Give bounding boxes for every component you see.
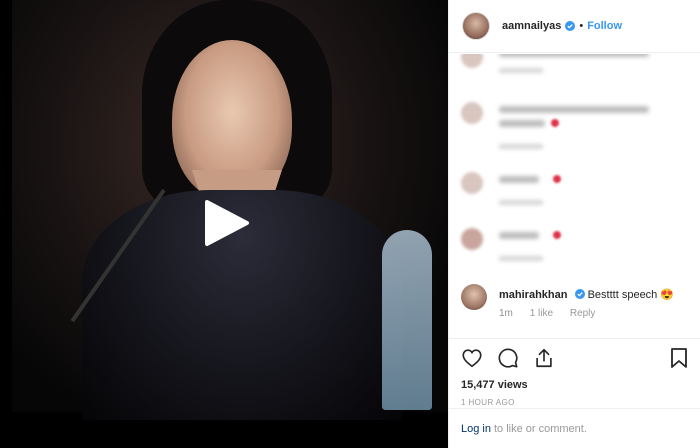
comment-meta: 1m 1 like Reply (499, 308, 609, 319)
verified-badge-icon (574, 289, 585, 299)
post-actions: 15,477 views 1 HOUR AGO (449, 338, 700, 408)
post-timestamp[interactable]: 1 HOUR AGO (461, 398, 689, 407)
view-count[interactable]: 15,477 views (461, 379, 689, 391)
instagram-post: aamnailyas • Follow mahirahkhan Bestttt … (0, 0, 700, 448)
comment-username[interactable]: mahirahkhan (499, 289, 567, 301)
login-prompt: Log in to like or comment. (449, 408, 700, 448)
login-link[interactable]: Log in (461, 423, 491, 435)
comment-likes[interactable]: 1 like (530, 308, 553, 319)
verified-badge-icon (565, 21, 576, 31)
avatar[interactable] (462, 12, 490, 40)
share-icon[interactable] (533, 347, 555, 369)
comments-list[interactable]: mahirahkhan Bestttt speech 😍 1m 1 like R… (449, 54, 700, 336)
action-icons (461, 346, 689, 370)
comment-icon[interactable] (497, 347, 519, 369)
comment-avatar[interactable] (461, 284, 487, 310)
post-sidebar: aamnailyas • Follow mahirahkhan Bestttt … (448, 0, 700, 448)
follow-button[interactable]: Follow (587, 20, 622, 32)
trophy (382, 230, 432, 410)
comment-text: Bestttt speech 😍 (587, 289, 675, 301)
author-username[interactable]: aamnailyas (502, 20, 561, 32)
video-player[interactable] (0, 0, 448, 448)
heart-icon[interactable] (461, 347, 483, 369)
comment-reply-button[interactable]: Reply (570, 308, 596, 319)
bookmark-icon[interactable] (669, 347, 689, 369)
comment-body: mahirahkhan Bestttt speech 😍 (499, 288, 674, 301)
post-header: aamnailyas • Follow (449, 0, 700, 53)
login-prompt-text: to like or comment. (493, 422, 587, 435)
play-icon[interactable] (201, 198, 251, 248)
comment-age[interactable]: 1m (499, 308, 513, 319)
separator-dot: • (579, 20, 584, 32)
